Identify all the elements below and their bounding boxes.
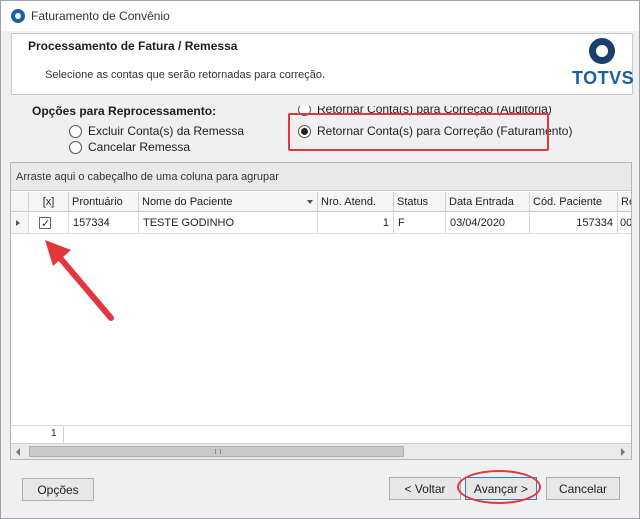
group-by-panel[interactable]: Arraste aqui o cabeçalho de uma coluna p… — [11, 163, 631, 191]
row-count: 1 — [51, 428, 57, 439]
page-title: Processamento de Fatura / Remessa — [28, 39, 238, 53]
radio-cancelar-remessa[interactable]: Cancelar Remessa — [69, 140, 190, 154]
highlight-annotation-box — [288, 113, 549, 151]
cell-cod-paciente[interactable]: 157334 — [530, 213, 618, 234]
col-header-indicator — [11, 192, 29, 212]
scroll-grip-icon — [215, 449, 221, 454]
cell-nro-atend[interactable]: 1 — [318, 213, 394, 234]
radio-excluir-contas-label: Excluir Conta(s) da Remessa — [88, 124, 245, 138]
pointer-arrow-icon — [45, 240, 114, 321]
dialog-window: Faturamento de Convênio Processamento de… — [0, 0, 640, 519]
col-header-status[interactable]: Status — [394, 192, 446, 212]
cell-prontuario[interactable]: 157334 — [69, 213, 139, 234]
filter-dropdown-icon[interactable] — [307, 200, 313, 204]
scroll-left-icon[interactable] — [11, 444, 27, 459]
col-header-nome-paciente-label: Nome do Paciente — [142, 196, 233, 208]
scroll-right-icon[interactable] — [615, 444, 631, 459]
options-button[interactable]: Opções — [22, 478, 94, 501]
window-title: Faturamento de Convênio — [31, 9, 170, 23]
header-panel: Processamento de Fatura / Remessa Seleci… — [11, 33, 634, 95]
cell-status[interactable]: F — [394, 213, 446, 234]
col-header-data-entrada[interactable]: Data Entrada — [446, 192, 530, 212]
cell-nome-paciente[interactable]: TESTE GODINHO — [139, 213, 318, 234]
cancel-button[interactable]: Cancelar — [546, 477, 620, 500]
col-header-re[interactable]: Re — [618, 192, 631, 212]
radio-excluir-contas-circle[interactable] — [69, 124, 82, 138]
app-icon — [11, 9, 25, 23]
col-header-select[interactable]: [x] — [29, 192, 69, 212]
totvs-logo: TOTVS — [572, 38, 634, 92]
col-header-nro-atend[interactable]: Nro. Atend. — [318, 192, 394, 212]
col-header-cod-paciente[interactable]: Cód. Paciente — [530, 192, 618, 212]
scroll-thumb[interactable] — [29, 446, 404, 457]
options-title: Opções para Reprocessamento: — [32, 104, 217, 118]
cell-re[interactable]: 00 — [618, 213, 631, 234]
footer-divider — [63, 426, 64, 444]
title-bar: Faturamento de Convênio — [1, 1, 639, 31]
radio-cancelar-remessa-circle[interactable] — [69, 140, 82, 154]
logo-mark-icon — [589, 38, 615, 64]
horizontal-scrollbar[interactable] — [11, 443, 631, 459]
radio-cancelar-remessa-label: Cancelar Remessa — [88, 140, 191, 154]
page-subtitle: Selecione as contas que serão retornadas… — [45, 69, 326, 81]
row-select-checkbox[interactable] — [39, 214, 51, 233]
row-select-cell[interactable] — [29, 213, 69, 234]
radio-excluir-contas[interactable]: Excluir Conta(s) da Remessa — [69, 124, 244, 138]
back-button[interactable]: < Voltar — [389, 477, 461, 500]
logo-text: TOTVS — [572, 68, 635, 88]
cell-data-entrada[interactable]: 03/04/2020 — [446, 213, 530, 234]
row-indicator[interactable] — [11, 213, 29, 234]
col-header-nome-paciente[interactable]: Nome do Paciente — [139, 192, 318, 212]
col-header-prontuario[interactable]: Prontuário — [69, 192, 139, 212]
highlight-annotation-ellipse — [457, 470, 541, 504]
grid-footer: 1 — [11, 425, 631, 444]
